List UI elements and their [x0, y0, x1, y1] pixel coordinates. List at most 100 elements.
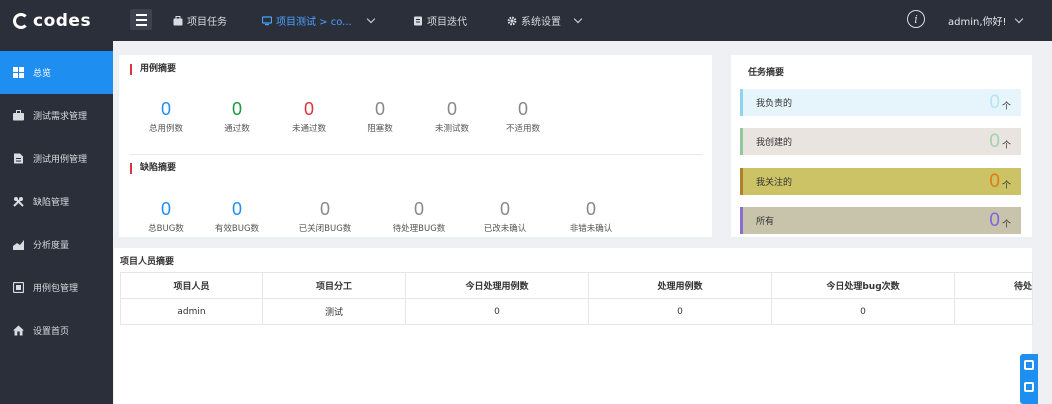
column-header[interactable]: 今日处理用例数	[405, 272, 589, 299]
column-header[interactable]: 待处	[954, 272, 1033, 299]
stat-label: 总BUG数	[148, 224, 184, 234]
stat-label: 已关闭BUG数	[298, 224, 352, 234]
nav-item-project-test[interactable]: 项目测试 > co...	[262, 0, 375, 41]
stat-valid-bugs[interactable]: 0 有效BUG数	[207, 199, 267, 234]
table-cell: admin	[120, 298, 263, 325]
chevron-down-icon[interactable]	[573, 14, 583, 23]
stat-total-bugs[interactable]: 0 总BUG数	[136, 199, 196, 234]
sidebar-item-overview[interactable]: 总览	[0, 51, 113, 94]
briefcase-icon	[173, 15, 183, 25]
chat-icon[interactable]	[1024, 382, 1034, 392]
monitor-icon	[262, 15, 272, 25]
column-header[interactable]: 项目人员	[120, 272, 263, 299]
chart-icon	[13, 240, 24, 250]
task-count-value: 0	[989, 131, 1000, 152]
sidebar-item-case-packages[interactable]: 用例包管理	[0, 266, 113, 309]
nav-item-project-iteration[interactable]: 项目迭代	[413, 0, 467, 41]
sidebar-item-label: 测试需求管理	[33, 112, 88, 122]
column-header[interactable]: 处理用例数	[588, 272, 772, 299]
stat-value: 0	[160, 199, 171, 219]
task-row-created-by-me[interactable]: 我创建的 0个	[740, 128, 1021, 155]
nav-item-label: 项目测试 > co...	[276, 17, 352, 28]
stat-value: 0	[374, 99, 385, 119]
stat-label: 通过数	[224, 124, 250, 134]
nav-item-label: 项目任务	[187, 17, 227, 28]
sidebar-item-analytics[interactable]: 分析度量	[0, 223, 113, 266]
stat-untested-cases[interactable]: 0 未测试数	[422, 99, 482, 134]
stat-label: 非错未确认	[569, 224, 613, 234]
floating-toolbar	[1020, 354, 1038, 404]
app-logo[interactable]: codes	[0, 0, 113, 41]
sidebar: 总览 测试需求管理 测试用例管理 缺陷管理 分析度量 用例包管理 设置首页	[0, 41, 113, 404]
stat-closed-bugs[interactable]: 0 已关闭BUG数	[295, 199, 355, 234]
task-count-value: 0	[989, 92, 1000, 113]
info-icon[interactable]: i	[907, 10, 925, 28]
nav-item-label: 系统设置	[521, 17, 561, 28]
stat-blocked-cases[interactable]: 0 阻塞数	[350, 99, 410, 134]
stat-label: 已改未确认	[483, 224, 527, 234]
top-navbar: codes 项目任务 项目测试 > co... 项目迭代 系统设置 i admi…	[0, 0, 1052, 41]
task-row-followed-by-me[interactable]: 我关注的 0个	[740, 168, 1021, 195]
table-cell: 测试	[262, 298, 406, 325]
stat-value: 0	[160, 99, 171, 119]
chevron-down-icon	[1014, 14, 1023, 23]
chevron-down-icon[interactable]	[366, 14, 375, 23]
stat-total-cases[interactable]: 0 总用例数	[136, 99, 196, 134]
tools-icon	[13, 197, 24, 207]
stat-value: 0	[231, 99, 242, 119]
stat-fixed-unconfirmed[interactable]: 0 已改未确认	[475, 199, 535, 234]
stat-label: 阻塞数	[367, 124, 393, 134]
nav-item-system-settings[interactable]: 系统设置	[507, 0, 583, 41]
stat-value: 0	[319, 199, 330, 219]
user-greeting: admin,你好!	[948, 17, 1007, 28]
home-icon	[13, 325, 24, 336]
bug-summary-title: 缺陷摘要	[130, 163, 176, 174]
column-header[interactable]: 项目分工	[262, 272, 406, 299]
task-count-value: 0	[989, 210, 1000, 231]
stat-label: 不适用数	[505, 124, 540, 134]
stat-label: 总用例数	[148, 124, 183, 134]
stat-value: 0	[303, 99, 314, 119]
column-header[interactable]: 今日处理bug次数	[771, 272, 955, 299]
table-cell: 0	[771, 298, 955, 325]
stat-value: 0	[413, 199, 424, 219]
qrcode-icon[interactable]	[1024, 360, 1034, 370]
task-count-unit: 个	[1001, 102, 1011, 112]
sidebar-item-test-requirements[interactable]: 测试需求管理	[0, 94, 113, 137]
sidebar-item-label: 设置首页	[33, 327, 70, 337]
stat-pending-bugs[interactable]: 0 待处理BUG数	[389, 199, 449, 234]
stat-value: 0	[585, 199, 596, 219]
task-row-label: 我负责的	[756, 99, 793, 109]
sidebar-item-home-settings[interactable]: 设置首页	[0, 309, 113, 352]
table-row[interactable]: admin 测试 0 0 0	[120, 298, 1033, 325]
stat-value: 0	[446, 99, 457, 119]
task-row-label: 我关注的	[756, 178, 793, 188]
stat-failed-cases[interactable]: 0 未通过数	[279, 99, 339, 134]
sidebar-item-defects[interactable]: 缺陷管理	[0, 180, 113, 223]
task-row-all[interactable]: 所有 0个	[740, 207, 1021, 234]
task-row-assigned-to-me[interactable]: 我负责的 0个	[740, 89, 1021, 116]
stat-not-applicable-cases[interactable]: 0 不适用数	[493, 99, 553, 134]
table-cell: 0	[588, 298, 772, 325]
nav-item-project-tasks[interactable]: 项目任务	[173, 0, 227, 41]
sidebar-item-label: 用例包管理	[33, 284, 79, 294]
task-count-value: 0	[989, 171, 1000, 192]
stat-not-bug-unconfirmed[interactable]: 0 非错未确认	[561, 199, 621, 234]
file-icon	[14, 153, 23, 164]
user-menu[interactable]: admin,你好!	[948, 0, 1023, 41]
stat-value: 0	[499, 199, 510, 219]
case-summary-title: 用例摘要	[130, 64, 176, 75]
logo-text: codes	[33, 10, 92, 31]
stat-value: 0	[517, 99, 528, 119]
stat-label: 待处理BUG数	[392, 224, 446, 234]
document-icon	[414, 16, 422, 25]
section-divider	[130, 154, 703, 155]
menu-toggle-button[interactable]	[130, 9, 152, 30]
sidebar-item-test-cases[interactable]: 测试用例管理	[0, 137, 113, 180]
task-summary-title: 任务摘要	[748, 68, 785, 78]
task-row-label: 我创建的	[756, 138, 793, 148]
stat-passed-cases[interactable]: 0 通过数	[207, 99, 267, 134]
table-cell: 0	[405, 298, 589, 325]
stat-label: 未通过数	[291, 124, 326, 134]
nav-item-label: 项目迭代	[427, 17, 467, 28]
